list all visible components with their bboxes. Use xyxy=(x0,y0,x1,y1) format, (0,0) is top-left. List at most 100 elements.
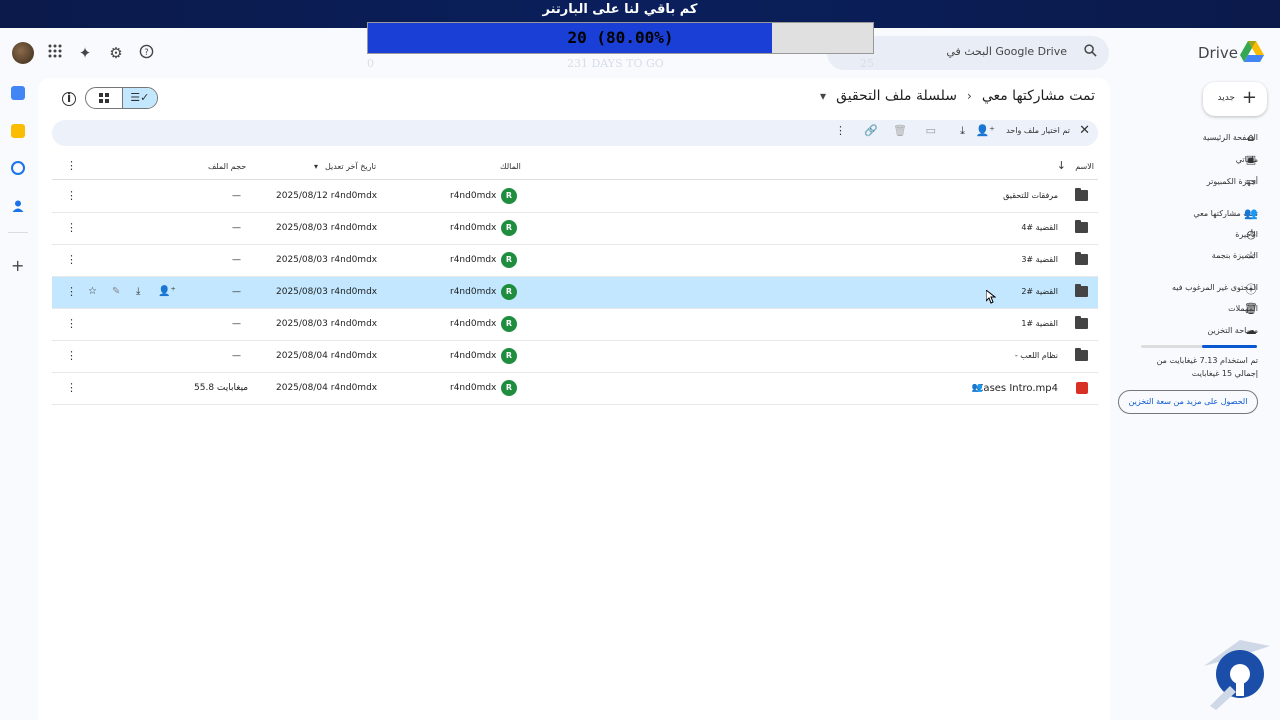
new-button[interactable]: + جديد xyxy=(1203,82,1267,116)
contacts-icon[interactable] xyxy=(11,198,25,212)
drive-brand[interactable]: Drive xyxy=(1198,44,1238,62)
more-vert-icon[interactable]: ⋮ xyxy=(835,124,846,137)
row-more-vert-icon[interactable]: ⋮ xyxy=(66,253,77,266)
file-name[interactable]: القضية #2 xyxy=(1021,287,1058,296)
selection-count: تم اختيار ملف واحد xyxy=(1006,126,1070,135)
keep-icon[interactable] xyxy=(11,124,25,138)
calendar-icon[interactable] xyxy=(11,86,25,100)
close-selection-icon[interactable]: ✕ xyxy=(1079,123,1090,138)
cloud-icon[interactable]: ☁ xyxy=(1244,324,1258,337)
row-more-vert-icon[interactable]: ⋮ xyxy=(66,285,77,298)
share-person-add-icon[interactable]: 👤⁺ xyxy=(975,124,995,137)
get-addons-plus-icon[interactable]: + xyxy=(11,256,24,275)
help-icon[interactable]: ? xyxy=(137,44,155,62)
shared-people-icon[interactable]: 👥 xyxy=(1244,207,1258,220)
header-name[interactable]: الاسم xyxy=(1075,162,1094,171)
file-name[interactable]: Cases Intro.mp4 xyxy=(976,383,1058,394)
owner-avatar: R xyxy=(501,220,517,236)
table-row[interactable]: القضية #3 Rr4nd0mdx 2025/08/03 r4nd0mdx — ⋮ xyxy=(52,245,1098,277)
header-modified[interactable]: تاريخ آخر تعديل xyxy=(325,162,376,171)
share-person-add-icon[interactable]: 👤⁺ xyxy=(158,286,176,297)
header-size[interactable]: حجم الملف xyxy=(208,162,246,171)
spam-icon[interactable]: ⓘ xyxy=(1244,281,1258,297)
shared-people-icon: 👥 xyxy=(971,383,983,393)
sort-arrow-down-icon[interactable]: ↓ xyxy=(1057,159,1066,172)
file-name[interactable]: القضية #3 xyxy=(1021,255,1058,264)
file-name[interactable]: مرفقات للتحقيق xyxy=(1003,191,1058,200)
scale-mid: 231 DAYS TO GO xyxy=(567,57,664,70)
shared-folder-icon xyxy=(1075,188,1088,201)
table-row[interactable]: - نظام اللعب Rr4nd0mdx 2025/08/04 r4nd0mdx… xyxy=(52,341,1098,373)
selection-action-bar: ✕ تم اختيار ملف واحد 👤⁺ ⤓ ▭ 🗑 🔗 ⋮ xyxy=(52,120,1098,146)
storage-usage-text: تم استخدام 7.13 غيغابايت من إجمالي 15 غي… xyxy=(1156,356,1258,378)
row-more-vert-icon[interactable]: ⋮ xyxy=(66,221,77,234)
table-row[interactable]: القضية #4 Rr4nd0mdx 2025/08/03 r4nd0mdx — ⋮ xyxy=(52,213,1098,245)
grid-view-button[interactable] xyxy=(86,88,122,108)
shared-folder-icon xyxy=(1075,348,1088,361)
table-row[interactable]: Cases Intro.mp4 👥 Rr4nd0mdx 2025/08/04 r4nd… xyxy=(52,373,1098,405)
file-size: — xyxy=(232,287,241,297)
table-row[interactable]: القضية #2 Rr4nd0mdx 2025/08/03 r4nd0mdx — ⋮ ☆… xyxy=(52,277,1098,309)
table-row[interactable]: مرفقات للتحقيق Rr4nd0mdx 2025/08/12 r4nd0m… xyxy=(52,181,1098,213)
owner-avatar: R xyxy=(501,348,517,364)
breadcrumb-shared[interactable]: تمت مشاركتها معي xyxy=(982,88,1095,104)
clock-icon[interactable]: ◷ xyxy=(1244,228,1258,241)
search-placeholder: البحث في Google Drive xyxy=(946,45,1067,58)
mouse-cursor-icon xyxy=(985,288,997,308)
download-icon[interactable]: ⤓ xyxy=(136,286,140,297)
my-drive-icon[interactable]: ▣ xyxy=(1244,153,1258,166)
info-icon[interactable]: i xyxy=(62,92,76,106)
account-avatar[interactable] xyxy=(12,42,34,64)
star-icon[interactable]: ☆ xyxy=(1244,249,1258,262)
svg-text:?: ? xyxy=(144,47,148,57)
columns-more-icon[interactable]: ⋮ xyxy=(66,159,77,172)
storage-usage-bar xyxy=(1141,345,1257,348)
scale-min: 0 xyxy=(367,57,374,70)
owner-name: r4nd0mdx xyxy=(450,319,497,329)
trash-icon[interactable]: 🗑 xyxy=(893,124,907,137)
home-icon[interactable]: ⌂ xyxy=(1244,131,1258,144)
sort-caret-icon[interactable]: ▾ xyxy=(314,162,318,171)
search-icon[interactable] xyxy=(1084,44,1097,61)
gemini-sparkle-icon[interactable]: ✦ xyxy=(76,44,94,62)
rename-pencil-icon[interactable]: ✎ xyxy=(112,286,120,297)
file-size: 55.8 ميغابايت xyxy=(194,383,249,393)
row-more-vert-icon[interactable]: ⋮ xyxy=(66,189,77,202)
trash-icon[interactable]: 🗑 xyxy=(1244,302,1258,315)
overlay-title: كم باقي لنا على البارتنر xyxy=(542,2,698,17)
plus-icon: + xyxy=(1241,87,1257,108)
list-view-button[interactable]: ☰✓ xyxy=(121,88,157,108)
view-toggle[interactable]: ☰✓ xyxy=(85,87,158,109)
table-header: الاسم ↓ المالك ▾ تاريخ آخر تعديل حجم الم… xyxy=(52,152,1098,180)
owner-name: r4nd0mdx xyxy=(450,255,497,265)
progress-scale: 0 231 DAYS TO GO 25 xyxy=(367,57,874,71)
settings-gear-icon[interactable]: ⚙ xyxy=(107,44,125,62)
google-drive-logo-icon[interactable] xyxy=(1240,41,1264,63)
tasks-icon[interactable] xyxy=(11,161,25,175)
download-icon[interactable]: ⤓ xyxy=(960,124,965,138)
star-icon[interactable]: ☆ xyxy=(88,286,97,297)
owner-name: r4nd0mdx xyxy=(450,223,497,233)
row-more-vert-icon[interactable]: ⋮ xyxy=(66,381,77,394)
modified-date: 2025/08/04 r4nd0mdx xyxy=(276,383,378,393)
shared-folder-icon xyxy=(1075,316,1088,329)
row-more-vert-icon[interactable]: ⋮ xyxy=(66,349,77,362)
header-owner[interactable]: المالك xyxy=(500,162,521,171)
apps-grid-icon[interactable] xyxy=(46,44,64,62)
shared-folder-icon xyxy=(1075,220,1088,233)
caret-down-icon[interactable]: ▾ xyxy=(820,89,826,103)
scale-max: 25 xyxy=(860,57,874,70)
table-row[interactable]: القضية #1 Rr4nd0mdx 2025/08/03 r4nd0mdx — ⋮ xyxy=(52,309,1098,341)
progress-text: 20 (80.00%) xyxy=(567,28,674,47)
get-more-storage-button[interactable]: الحصول على مزيد من سعة التخزين xyxy=(1118,390,1258,414)
owner-name: r4nd0mdx xyxy=(450,351,497,361)
computer-icon[interactable]: ▭ xyxy=(1244,175,1258,188)
breadcrumb-current[interactable]: سلسلة ملف التحقيق xyxy=(836,88,957,104)
owner-avatar: R xyxy=(501,252,517,268)
file-name[interactable]: - نظام اللعب xyxy=(1015,351,1058,360)
link-icon[interactable]: 🔗 xyxy=(864,124,878,137)
file-name[interactable]: القضية #1 xyxy=(1021,319,1058,328)
row-more-vert-icon[interactable]: ⋮ xyxy=(66,317,77,330)
file-name[interactable]: القضية #4 xyxy=(1021,223,1058,232)
move-folder-icon[interactable]: ▭ xyxy=(926,124,936,137)
